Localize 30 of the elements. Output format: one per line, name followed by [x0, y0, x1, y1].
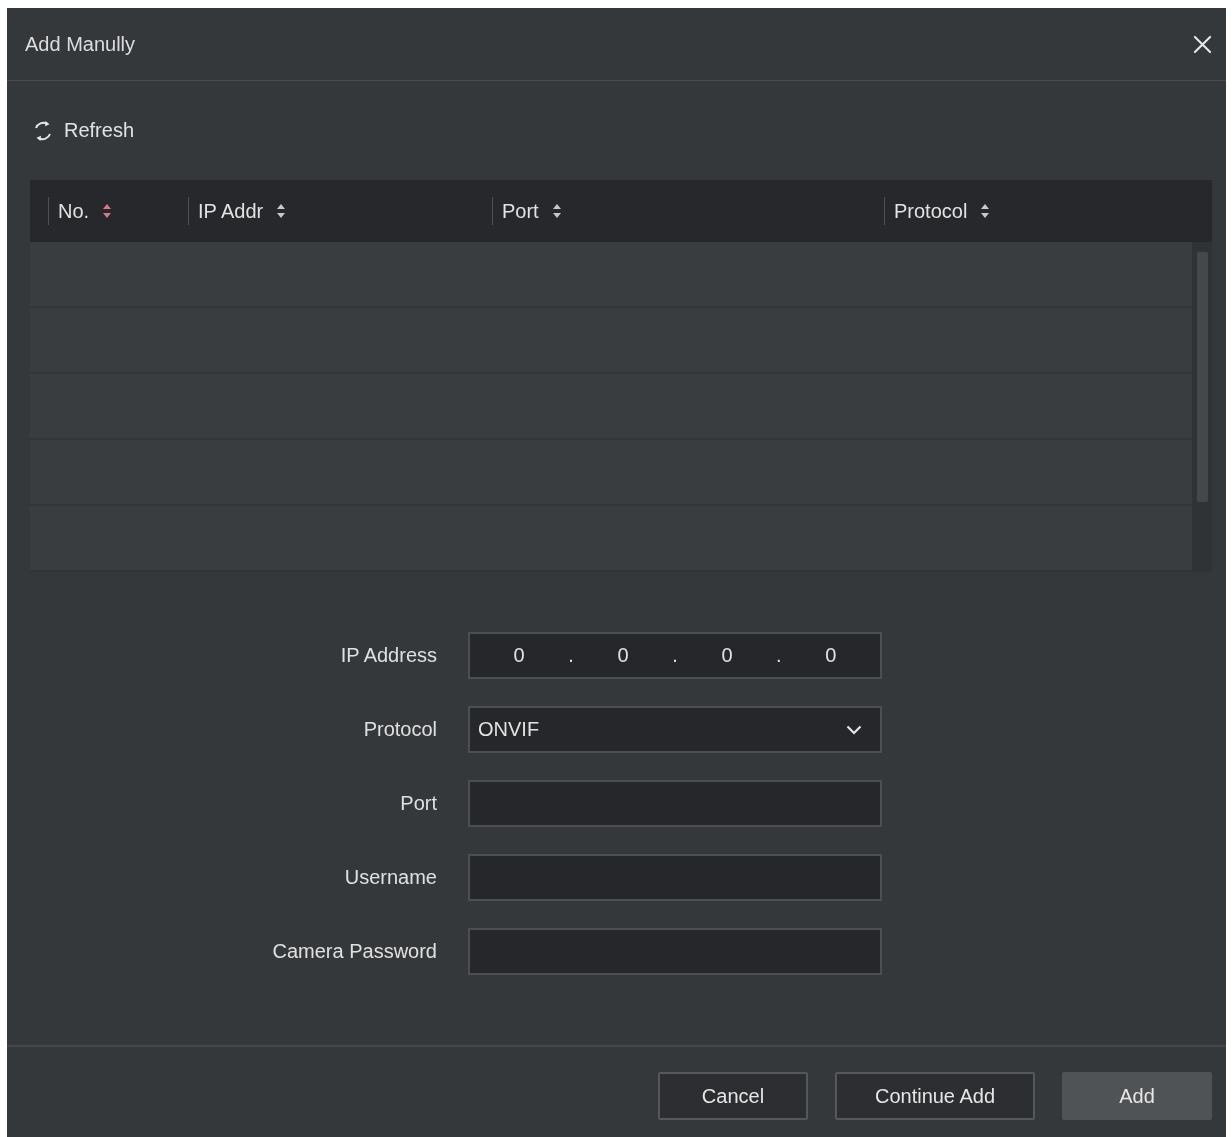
ip-address-field[interactable]: 0 . 0 . 0 . 0 — [468, 632, 882, 679]
protocol-dropdown[interactable]: ONVIF — [468, 706, 882, 753]
refresh-icon — [32, 119, 54, 142]
close-icon[interactable] — [1193, 34, 1212, 54]
column-header[interactable]: Port — [502, 199, 561, 223]
primary-button[interactable]: Add — [1062, 1072, 1212, 1120]
ip-octet-field[interactable]: 0 — [677, 644, 777, 667]
dialog-button[interactable]: Cancel — [658, 1072, 808, 1120]
octet-separator: . — [776, 644, 782, 667]
ip-octet-field[interactable]: 0 — [573, 644, 673, 667]
column-header[interactable]: IP Addr — [198, 199, 286, 223]
field-label: Camera Password — [271, 940, 437, 963]
input-field[interactable] — [468, 928, 882, 975]
scrollbar[interactable] — [1192, 242, 1212, 572]
field-label: IP Address — [339, 644, 437, 667]
ip-octet-field[interactable]: 0 — [781, 644, 880, 667]
window-title: Add Manully — [25, 32, 136, 56]
field-label: Port — [399, 792, 437, 815]
input-field[interactable] — [468, 854, 882, 901]
octet-separator: . — [568, 644, 574, 667]
column-header[interactable]: Protocol — [894, 199, 990, 223]
refresh-button[interactable]: Refresh — [32, 119, 135, 142]
ip-octet-field[interactable]: 0 — [470, 644, 569, 667]
field-label: Username — [343, 866, 437, 889]
field-label: Protocol — [362, 718, 437, 741]
input-field[interactable] — [468, 780, 882, 827]
dialog-button[interactable]: Continue Add — [835, 1072, 1035, 1120]
octet-separator: . — [672, 644, 678, 667]
column-header[interactable]: No. — [58, 199, 112, 223]
chevron-down-icon — [846, 724, 862, 735]
